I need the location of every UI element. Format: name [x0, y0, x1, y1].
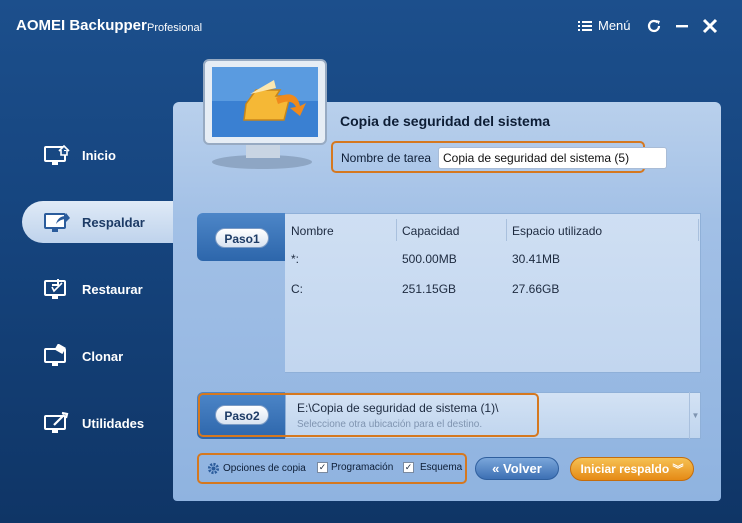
- column-header: Nombre: [291, 224, 334, 238]
- column-divider: [396, 219, 397, 241]
- refresh-icon: [647, 19, 661, 33]
- step2-highlight: [198, 393, 539, 437]
- sidebar-item-label: Clonar: [82, 348, 124, 364]
- column-divider: [506, 219, 507, 241]
- scheme-label: Esquema: [420, 462, 463, 473]
- menu-button[interactable]: Menú: [578, 18, 631, 33]
- task-name-label: Nombre de tarea: [341, 151, 432, 165]
- task-name-input[interactable]: [438, 147, 667, 169]
- backup-monitor-icon: [44, 213, 70, 232]
- checkbox-checked-icon: ✓: [317, 462, 328, 473]
- double-chevron-down-icon: ︾: [672, 464, 684, 476]
- gear-icon: [207, 462, 220, 475]
- table-cell: 30.41MB: [512, 252, 561, 266]
- sidebar-item-respaldar[interactable]: Respaldar: [22, 201, 175, 243]
- double-chevron-left-icon: «: [492, 461, 500, 476]
- start-backup-button[interactable]: Iniciar respaldo ︾: [570, 457, 694, 481]
- tools-monitor-icon: [44, 411, 69, 433]
- table-cell: 251.15GB: [402, 282, 457, 296]
- sidebar-item-restaurar[interactable]: Restaurar: [22, 268, 174, 310]
- partition-table: Nombre Capacidad Espacio utilizado *: 50…: [285, 213, 701, 373]
- sidebar-item-clonar[interactable]: Clonar: [22, 335, 174, 377]
- table-cell: *:: [291, 252, 300, 266]
- schedule-checkbox[interactable]: ✓ Programación: [317, 462, 393, 473]
- minimize-button[interactable]: [673, 16, 691, 36]
- close-button[interactable]: [701, 16, 719, 36]
- schedule-label: Programación: [331, 462, 394, 473]
- close-icon: [702, 18, 718, 34]
- sidebar-item-utilidades[interactable]: Utilidades: [22, 402, 174, 444]
- backup-options-link[interactable]: Opciones de copia: [207, 462, 306, 475]
- menu-label: Menú: [598, 18, 631, 33]
- sidebar-item-inicio[interactable]: Inicio: [22, 134, 174, 176]
- back-label: Volver: [503, 461, 542, 476]
- sidebar-item-label: Utilidades: [82, 415, 145, 431]
- app-edition: Profesional: [147, 22, 203, 34]
- backup-options-label: Opciones de copia: [223, 463, 306, 474]
- clone-monitor-icon: [44, 344, 66, 366]
- back-button[interactable]: « Volver: [475, 457, 559, 480]
- scheme-checkbox[interactable]: ✓ Esquema: [403, 462, 462, 473]
- page-title: Copia de seguridad del sistema: [340, 113, 551, 129]
- table-cell: 500.00MB: [402, 252, 457, 266]
- start-backup-label: Iniciar respaldo: [580, 462, 670, 476]
- sidebar-item-label: Respaldar: [82, 214, 145, 230]
- title-bar: AOMEI Backupper Profesional Menú: [0, 0, 742, 52]
- column-header: Espacio utilizado: [512, 224, 603, 238]
- table-cell: 27.66GB: [512, 282, 560, 296]
- home-monitor-icon: [44, 144, 70, 165]
- sidebar-item-label: Inicio: [82, 147, 116, 163]
- app-title: AOMEI Backupper: [16, 17, 147, 34]
- column-divider: [698, 219, 699, 241]
- restore-monitor-icon: [44, 279, 66, 299]
- minimize-icon: [676, 25, 688, 28]
- refresh-button[interactable]: [645, 16, 663, 36]
- menu-icon: [578, 20, 592, 31]
- step1-button[interactable]: Paso1: [215, 228, 269, 248]
- dropdown-arrow-icon[interactable]: ▼: [689, 392, 701, 439]
- checkbox-checked-icon: ✓: [403, 462, 414, 473]
- table-cell: C:: [291, 282, 303, 296]
- column-header: Capacidad: [402, 224, 460, 238]
- sidebar-item-label: Restaurar: [82, 281, 143, 297]
- system-backup-illustration: [203, 59, 327, 169]
